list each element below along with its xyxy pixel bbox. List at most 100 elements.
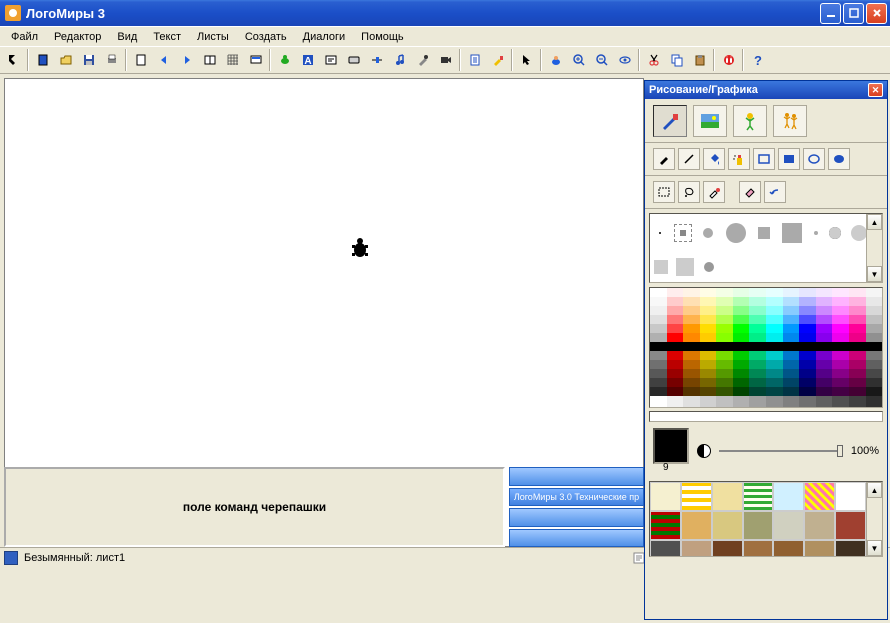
gray-cell[interactable] xyxy=(799,396,816,407)
palette-cell[interactable] xyxy=(849,360,866,369)
palette-cell[interactable] xyxy=(667,351,684,360)
gray-cell[interactable] xyxy=(683,396,700,407)
palette-cell[interactable] xyxy=(667,387,684,396)
palette-cell[interactable] xyxy=(766,351,783,360)
tool-eye-icon[interactable] xyxy=(613,49,636,71)
dtool-oval-fill-icon[interactable] xyxy=(828,148,850,170)
palette-cell[interactable] xyxy=(650,369,667,378)
tool-pointer-icon[interactable] xyxy=(515,49,538,71)
palette-cell[interactable] xyxy=(667,297,684,306)
palette-cell[interactable] xyxy=(832,315,849,324)
dtool-oval-icon[interactable] xyxy=(803,148,825,170)
palette-cell[interactable] xyxy=(749,342,766,351)
pattern-cell[interactable] xyxy=(743,482,774,511)
palette-cell[interactable] xyxy=(832,369,849,378)
palette-cell[interactable] xyxy=(766,387,783,396)
palette-cell[interactable] xyxy=(816,360,833,369)
palette-cell[interactable] xyxy=(716,297,733,306)
palette-cell[interactable] xyxy=(700,333,717,342)
color-palette[interactable] xyxy=(649,287,883,408)
palette-cell[interactable] xyxy=(766,369,783,378)
palette-cell[interactable] xyxy=(700,360,717,369)
palette-cell[interactable] xyxy=(832,342,849,351)
menu-text[interactable]: Текст xyxy=(146,29,188,45)
palette-cell[interactable] xyxy=(650,297,667,306)
palette-cell[interactable] xyxy=(766,324,783,333)
palette-cell[interactable] xyxy=(866,360,883,369)
dtool-rect-fill-icon[interactable] xyxy=(778,148,800,170)
tab-shapes-icon[interactable] xyxy=(733,105,767,137)
palette-cell[interactable] xyxy=(683,387,700,396)
menu-editor[interactable]: Редактор xyxy=(47,29,108,45)
pattern-scroll-down-icon[interactable]: ▼ xyxy=(867,540,882,556)
palette-cell[interactable] xyxy=(849,342,866,351)
palette-cell[interactable] xyxy=(716,288,733,297)
palette-cell[interactable] xyxy=(749,315,766,324)
palette-cell[interactable] xyxy=(783,315,800,324)
palette-cell[interactable] xyxy=(832,333,849,342)
palette-cell[interactable] xyxy=(816,342,833,351)
dtool-spray-icon[interactable] xyxy=(728,148,750,170)
side-row-1[interactable] xyxy=(509,467,644,486)
tool-paint-icon[interactable] xyxy=(486,49,509,71)
side-row-banner[interactable]: ЛогоМиры 3.0 Технические пр xyxy=(509,488,644,507)
tool-open-icon[interactable] xyxy=(54,49,77,71)
palette-cell[interactable] xyxy=(733,342,750,351)
dtool-line-icon[interactable] xyxy=(678,148,700,170)
side-row-3[interactable] xyxy=(509,508,644,527)
dtool-eyedrop-icon[interactable] xyxy=(703,181,725,203)
pattern-cell[interactable] xyxy=(835,540,866,557)
palette-cell[interactable] xyxy=(799,288,816,297)
palette-cell[interactable] xyxy=(849,351,866,360)
palette-cell[interactable] xyxy=(683,333,700,342)
palette-cell[interactable] xyxy=(866,324,883,333)
palette-cell[interactable] xyxy=(783,333,800,342)
pattern-cell[interactable] xyxy=(712,540,743,557)
tool-paste-icon[interactable] xyxy=(688,49,711,71)
palette-cell[interactable] xyxy=(766,342,783,351)
palette-cell[interactable] xyxy=(733,333,750,342)
tab-paint-icon[interactable] xyxy=(653,105,687,137)
palette-cell[interactable] xyxy=(749,324,766,333)
palette-cell[interactable] xyxy=(866,333,883,342)
palette-cell[interactable] xyxy=(667,288,684,297)
gray-cell[interactable] xyxy=(749,396,766,407)
palette-cell[interactable] xyxy=(749,378,766,387)
palette-cell[interactable] xyxy=(832,351,849,360)
palette-cell[interactable] xyxy=(849,306,866,315)
tab-clipart-icon[interactable] xyxy=(773,105,807,137)
palette-cell[interactable] xyxy=(700,297,717,306)
palette-cell[interactable] xyxy=(700,342,717,351)
palette-cell[interactable] xyxy=(749,306,766,315)
palette-cell[interactable] xyxy=(816,297,833,306)
palette-cell[interactable] xyxy=(783,360,800,369)
gray-cell[interactable] xyxy=(832,396,849,407)
palette-cell[interactable] xyxy=(716,369,733,378)
pattern-cell[interactable] xyxy=(804,511,835,540)
palette-cell[interactable] xyxy=(849,297,866,306)
palette-cell[interactable] xyxy=(733,297,750,306)
tool-grid-icon[interactable] xyxy=(221,49,244,71)
palette-cell[interactable] xyxy=(799,333,816,342)
pattern-cell[interactable] xyxy=(712,482,743,511)
palette-cell[interactable] xyxy=(716,342,733,351)
tool-zoom-out-icon[interactable] xyxy=(590,49,613,71)
palette-cell[interactable] xyxy=(667,378,684,387)
palette-cell[interactable] xyxy=(667,333,684,342)
palette-cell[interactable] xyxy=(650,360,667,369)
palette-cell[interactable] xyxy=(816,369,833,378)
palette-cell[interactable] xyxy=(766,333,783,342)
tool-print-icon[interactable] xyxy=(100,49,123,71)
palette-cell[interactable] xyxy=(866,297,883,306)
turtle-sprite[interactable] xyxy=(350,237,370,259)
palette-cell[interactable] xyxy=(733,315,750,324)
palette-cell[interactable] xyxy=(832,360,849,369)
gray-cell[interactable] xyxy=(816,396,833,407)
brush-scroll-down-icon[interactable]: ▼ xyxy=(867,266,882,282)
palette-cell[interactable] xyxy=(866,369,883,378)
menu-sheets[interactable]: Листы xyxy=(190,29,236,45)
palette-cell[interactable] xyxy=(749,351,766,360)
command-panel[interactable]: поле команд черепашки xyxy=(4,467,505,547)
palette-cell[interactable] xyxy=(650,315,667,324)
menu-file[interactable]: Файл xyxy=(4,29,45,45)
